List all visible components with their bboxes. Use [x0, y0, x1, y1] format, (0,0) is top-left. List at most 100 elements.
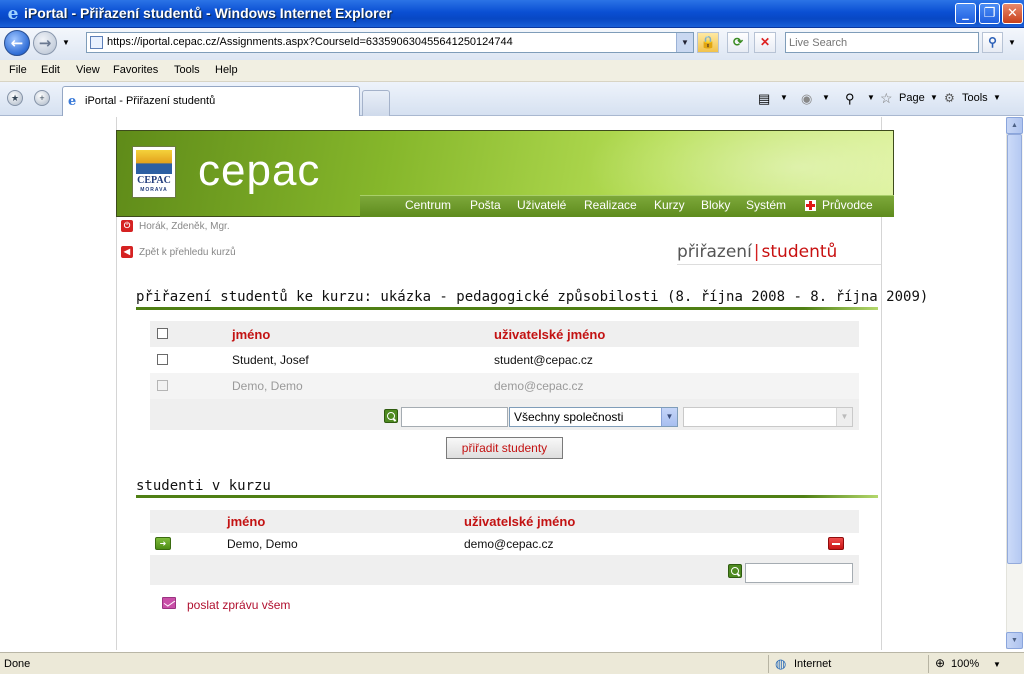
send-message-all-link[interactable]: poslat zprávu všem	[187, 598, 290, 612]
print-dropdown-icon[interactable]: ▼	[867, 93, 875, 102]
row-checkbox-disabled	[157, 380, 168, 391]
company-select-value: Všechny společnosti	[514, 410, 624, 424]
menu-tools[interactable]: Tools	[174, 64, 200, 76]
refresh-icon[interactable]: ⟳	[727, 32, 749, 53]
logo-text: CEPAC	[137, 175, 171, 186]
url-text: https://iportal.cepac.cz/Assignments.asp…	[107, 36, 513, 48]
tools-menu[interactable]: Tools	[962, 92, 988, 104]
secondary-select-disabled: ▼	[683, 407, 853, 427]
scroll-up-icon[interactable]: ▲	[1006, 117, 1023, 134]
back-arrow-small-icon[interactable]: ◀	[121, 246, 133, 258]
history-dropdown-icon[interactable]: ▼	[62, 38, 70, 47]
menu-edit[interactable]: Edit	[41, 64, 60, 76]
enrolled-filter-input[interactable]	[745, 563, 853, 583]
nav-uzivatele[interactable]: Uživatelé	[517, 198, 566, 212]
status-separator	[768, 655, 769, 673]
chevron-down-icon[interactable]: ▼	[661, 408, 677, 426]
column-header-username[interactable]: uživatelské jméno	[464, 514, 575, 529]
page-title-part2: studentů	[761, 242, 838, 262]
student-username: demo@cepac.cz	[494, 379, 584, 393]
nav-kurzy[interactable]: Kurzy	[654, 198, 685, 212]
back-arrow-icon[interactable]: ←	[4, 30, 30, 56]
enrolled-section-title: studenti v kurzu	[136, 478, 271, 494]
page-title: přiřazení | studentů	[677, 242, 837, 262]
new-tab-button[interactable]	[362, 90, 390, 116]
search-icon[interactable]: ⚲	[982, 32, 1003, 53]
assign-students-button[interactable]: přiřadit studenty	[446, 437, 563, 459]
live-search-box[interactable]	[785, 32, 979, 53]
title-underline	[677, 264, 881, 265]
menu-favorites[interactable]: Favorites	[113, 64, 158, 76]
page-dropdown-icon[interactable]: ▼	[930, 93, 938, 102]
column-header-username[interactable]: uživatelské jméno	[494, 327, 605, 342]
nav-realizace[interactable]: Realizace	[584, 198, 637, 212]
close-window-button[interactable]: ✕	[1002, 3, 1023, 24]
live-search-input[interactable]	[786, 33, 976, 52]
column-header-name[interactable]: jméno	[227, 514, 265, 529]
logo-subtext: MORAVA	[140, 187, 168, 193]
address-dropdown-icon[interactable]: ▼	[676, 33, 693, 52]
student-detail-arrow-icon[interactable]: ➜	[155, 537, 171, 550]
cepac-logo[interactable]: CEPAC MORAVA	[132, 146, 176, 198]
minimize-button[interactable]: _	[955, 3, 976, 24]
mail-dropdown-icon[interactable]: ▼	[822, 93, 830, 102]
menu-file[interactable]: File	[9, 64, 27, 76]
company-select[interactable]: Všechny společnosti ▼	[509, 407, 678, 427]
window-title-bar: e iPortal - Přiřazení studentů - Windows…	[0, 0, 1024, 28]
tab-ie-icon: e	[68, 94, 77, 109]
mail-icon[interactable]	[162, 597, 176, 609]
row-checkbox[interactable]	[157, 354, 168, 365]
menu-view[interactable]: View	[76, 64, 100, 76]
back-to-courses-link[interactable]: Zpět k přehledu kurzů	[139, 247, 236, 258]
title-separator: |	[753, 242, 760, 262]
tab-active[interactable]: e iPortal - Přiřazení studentů	[62, 86, 360, 116]
logo-sun-graphic	[136, 150, 172, 174]
enrolled-student-name: Demo, Demo	[227, 537, 298, 551]
forward-arrow-icon[interactable]: →	[33, 31, 57, 55]
search-options-icon[interactable]: ▼	[1008, 38, 1016, 47]
section-divider	[136, 307, 878, 310]
nav-posta[interactable]: Pošta	[470, 198, 501, 212]
tools-dropdown-icon[interactable]: ▼	[993, 93, 1001, 102]
remove-student-icon[interactable]	[828, 537, 844, 550]
ie-logo-icon: e	[7, 4, 19, 24]
student-name: Demo, Demo	[232, 379, 303, 393]
zoom-level[interactable]: 100%	[951, 658, 979, 670]
user-name[interactable]: Horák, Zdeněk, Mgr.	[139, 221, 230, 232]
status-text: Done	[4, 658, 31, 670]
read-mail-icon[interactable]: ◉	[801, 91, 812, 107]
stop-icon[interactable]: ✕	[754, 32, 776, 53]
logout-power-icon[interactable]: ⏻	[121, 220, 133, 232]
brand-name: cepac	[198, 146, 321, 195]
status-bar: Done ◍ Internet ⊕ 100% ▼	[0, 652, 1024, 674]
feeds-dropdown-icon[interactable]: ▼	[780, 93, 788, 102]
page-menu[interactable]: Page	[899, 92, 925, 104]
menu-help[interactable]: Help	[215, 64, 238, 76]
print-icon[interactable]: ⚲	[845, 91, 855, 107]
favorites-star-icon[interactable]: ★	[7, 90, 23, 106]
zoom-dropdown-icon[interactable]: ▼	[993, 660, 1001, 669]
nav-centrum[interactable]: Centrum	[405, 198, 451, 212]
chevron-down-icon: ▼	[836, 408, 852, 426]
column-header-name[interactable]: jméno	[232, 327, 270, 342]
scroll-down-icon[interactable]: ▼	[1006, 632, 1023, 649]
page-icon	[90, 36, 103, 49]
zone-text: Internet	[794, 658, 832, 670]
filter-name-input[interactable]	[401, 407, 508, 427]
tools-gear-icon[interactable]: ⚙	[944, 91, 955, 105]
scroll-thumb[interactable]	[1007, 134, 1022, 564]
search-magnifier-icon[interactable]	[384, 409, 398, 423]
tab-title: iPortal - Přiřazení studentů	[85, 95, 216, 107]
maximize-button[interactable]: ❐	[979, 3, 1000, 24]
add-favorites-icon[interactable]: +	[34, 90, 50, 106]
nav-system[interactable]: Systém	[746, 198, 786, 212]
select-all-checkbox[interactable]	[157, 328, 168, 339]
nav-bloky[interactable]: Bloky	[701, 198, 730, 212]
feeds-icon[interactable]: ▤	[758, 91, 770, 107]
address-field[interactable]: https://iportal.cepac.cz/Assignments.asp…	[86, 32, 694, 53]
page-icon-cmd[interactable]: ☆	[880, 90, 893, 107]
search-magnifier-icon[interactable]	[728, 564, 742, 578]
nav-pruvodce[interactable]: Průvodce	[822, 198, 873, 212]
lock-icon[interactable]: 🔒	[697, 32, 719, 53]
zoom-icon[interactable]: ⊕	[935, 656, 945, 670]
